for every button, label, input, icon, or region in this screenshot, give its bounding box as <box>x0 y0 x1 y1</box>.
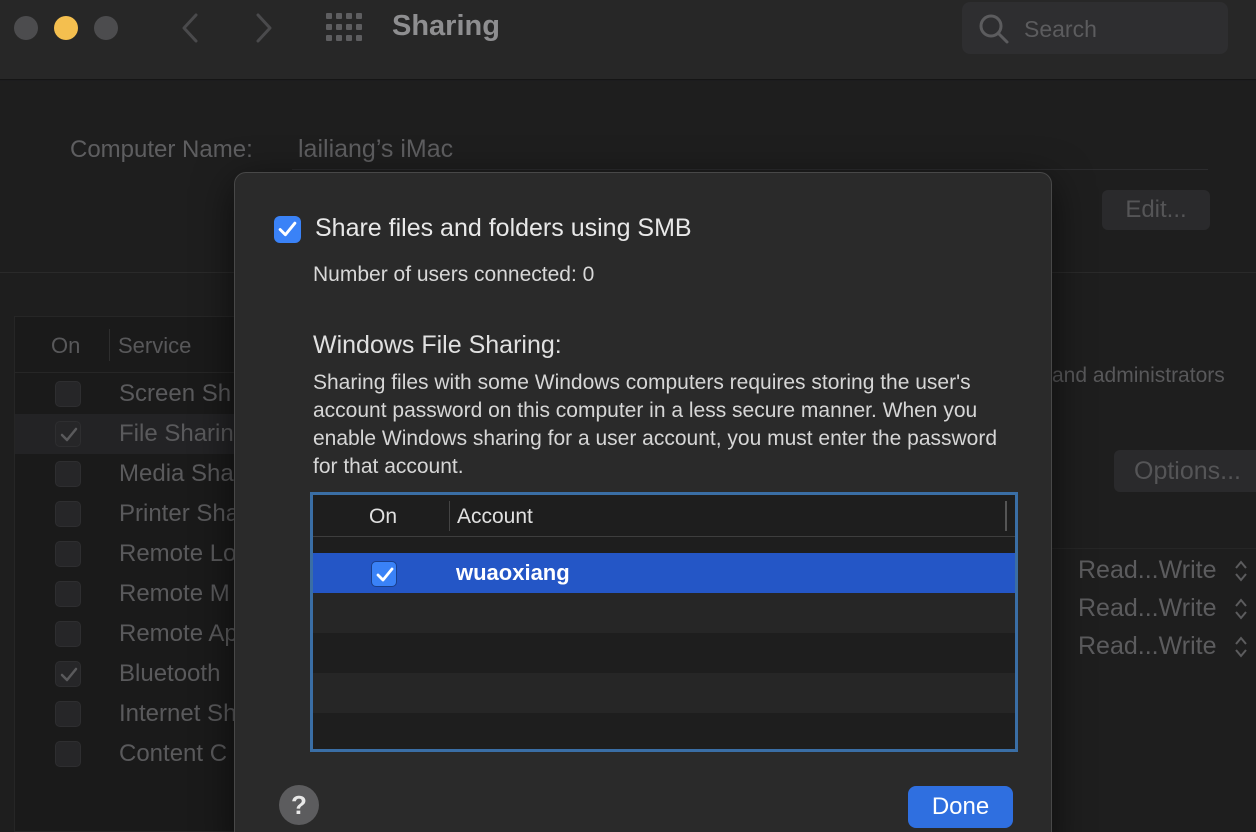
updown-arrow-icon <box>1235 636 1247 658</box>
done-button[interactable]: Done <box>908 786 1013 828</box>
back-arrow-icon[interactable] <box>176 12 206 44</box>
service-row[interactable]: Remote Lo <box>15 534 239 574</box>
minimize-window-button[interactable] <box>54 16 78 40</box>
title-bar: Sharing Search <box>0 0 1256 80</box>
service-name: Bluetooth <box>119 660 221 687</box>
search-field[interactable]: Search <box>962 2 1228 54</box>
windows-file-sharing-heading: Windows File Sharing: <box>313 331 562 359</box>
smb-sharing-checkbox[interactable] <box>274 216 301 243</box>
service-name: Internet Sh <box>119 700 237 727</box>
edit-button[interactable]: Edit... <box>1102 190 1210 230</box>
updown-arrow-icon <box>1235 598 1247 620</box>
service-checkbox[interactable] <box>55 421 81 447</box>
updown-arrow-icon <box>1235 560 1247 582</box>
search-icon <box>979 14 1009 44</box>
computer-name-field[interactable]: lailiang’s iMac <box>292 132 1208 170</box>
column-divider <box>449 501 450 531</box>
permission-popup[interactable]: Read...Write <box>1078 556 1216 585</box>
service-checkbox[interactable] <box>55 621 81 647</box>
service-checkbox[interactable] <box>55 461 81 487</box>
checkmark-icon <box>60 427 78 442</box>
window-title: Sharing <box>392 10 500 42</box>
service-checkbox[interactable] <box>55 381 81 407</box>
account-column-header[interactable]: Account <box>457 505 533 529</box>
service-name: File Sharin <box>119 420 234 447</box>
service-name: Printer Sha <box>119 500 240 527</box>
service-name: Remote Lo <box>119 540 237 567</box>
empty-row <box>313 673 1015 713</box>
service-checkbox[interactable] <box>55 701 81 727</box>
checkmark-icon <box>60 667 78 682</box>
service-row[interactable]: Screen Sh <box>15 374 239 414</box>
options-button[interactable]: Options... <box>1114 450 1256 492</box>
checkmark-icon <box>376 567 394 582</box>
service-row[interactable]: Remote M <box>15 574 239 614</box>
account-table-header: On Account <box>313 495 1015 537</box>
service-list-header: On Service <box>15 317 239 373</box>
service-name: Content C <box>119 740 228 767</box>
service-column-header[interactable]: Service <box>118 333 191 359</box>
empty-row <box>313 593 1015 633</box>
checkmark-icon <box>278 221 297 237</box>
service-name: Remote Ap <box>119 620 238 647</box>
service-checkbox[interactable] <box>55 501 81 527</box>
service-row[interactable]: Remote Ap <box>15 614 239 654</box>
service-row[interactable]: Content C <box>15 734 239 774</box>
service-row[interactable]: Printer Sha <box>15 494 239 534</box>
account-table[interactable]: On Account wuaoxiang <box>310 492 1018 752</box>
service-checkbox[interactable] <box>55 661 81 687</box>
account-enable-checkbox[interactable] <box>371 561 397 587</box>
smb-options-sheet: Share files and folders using SMB Number… <box>234 172 1052 832</box>
search-placeholder: Search <box>1024 16 1097 42</box>
service-name: Screen Sh <box>119 380 232 407</box>
service-row[interactable]: Internet Sh <box>15 694 239 734</box>
on-column-header[interactable]: On <box>369 505 397 529</box>
users-connected-text: Number of users connected: 0 <box>313 263 595 286</box>
service-row[interactable]: Media Sha <box>15 454 239 494</box>
close-window-button[interactable] <box>14 16 38 40</box>
service-name: Media Sha <box>119 460 234 487</box>
column-divider <box>109 329 110 361</box>
permissions-list <box>1050 548 1256 832</box>
service-checkbox[interactable] <box>55 741 81 767</box>
help-button[interactable]: ? <box>279 785 319 825</box>
smb-sharing-label[interactable]: Share files and folders using SMB <box>315 214 692 243</box>
on-column-header[interactable]: On <box>51 333 80 359</box>
windows-file-sharing-description: Sharing files with some Windows computer… <box>313 371 998 478</box>
permission-popup[interactable]: Read...Write <box>1078 594 1216 623</box>
access-note: and administrators <box>1052 364 1225 387</box>
empty-row <box>313 633 1015 673</box>
permission-popup[interactable]: Read...Write <box>1078 632 1216 661</box>
forward-arrow-icon[interactable] <box>248 12 278 44</box>
service-name: Remote M <box>119 580 230 607</box>
service-checkbox[interactable] <box>55 581 81 607</box>
empty-row <box>313 713 1015 749</box>
show-all-grid-icon[interactable] <box>326 13 362 43</box>
service-row[interactable]: Bluetooth <box>15 654 239 694</box>
account-row[interactable]: wuaoxiang <box>313 553 1015 593</box>
computer-name-label: Computer Name: <box>70 136 253 163</box>
column-resize-handle[interactable] <box>1005 501 1007 531</box>
account-name: wuaoxiang <box>456 560 570 585</box>
zoom-window-button[interactable] <box>94 16 118 40</box>
service-checkbox[interactable] <box>55 541 81 567</box>
service-list: On Service Screen Sh File Sharin Media S… <box>14 316 240 832</box>
service-row[interactable]: File Sharin <box>15 414 239 454</box>
